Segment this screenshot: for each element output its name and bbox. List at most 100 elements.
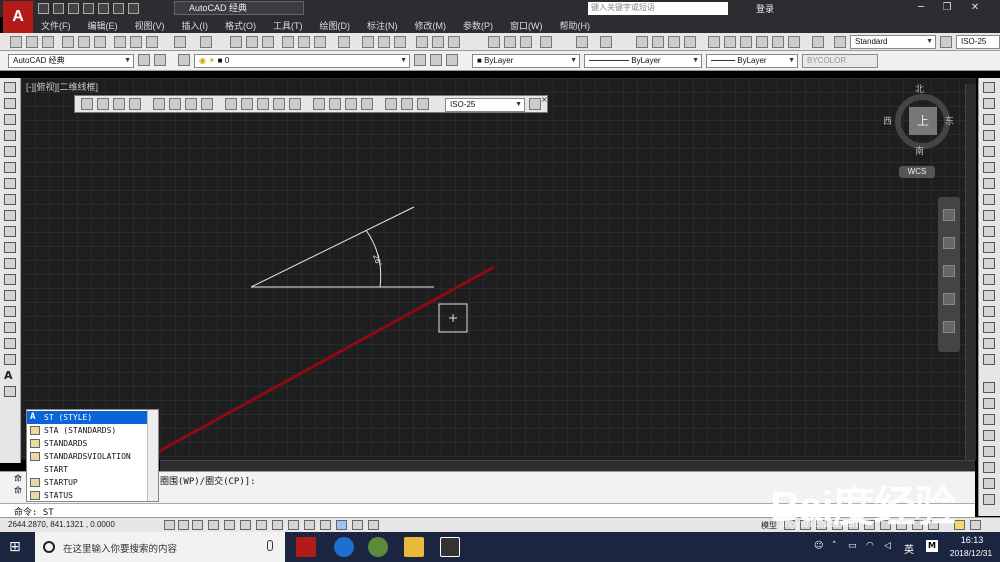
redo-icon[interactable] (600, 36, 612, 48)
linear-dim-icon[interactable] (81, 98, 93, 110)
multiline-text-icon[interactable]: A (4, 370, 16, 381)
quick-view-drawings-icon[interactable] (800, 520, 811, 530)
draw-order-icon[interactable] (983, 382, 995, 393)
cut-icon[interactable] (114, 36, 126, 48)
print-icon[interactable] (98, 3, 109, 14)
menu-file[interactable]: 文件(F) (33, 19, 80, 32)
quick-view-layouts-icon[interactable] (784, 520, 795, 530)
zoom-icon[interactable] (943, 265, 955, 277)
wcs-menu[interactable]: WCS (899, 166, 935, 178)
copy-icon[interactable] (130, 36, 142, 48)
array-icon[interactable] (983, 146, 995, 157)
properties-icon[interactable] (983, 398, 995, 409)
paste-icon[interactable] (146, 36, 158, 48)
close-icon[interactable]: × (541, 95, 548, 104)
erase-icon[interactable] (983, 82, 995, 93)
add-selected-icon[interactable] (4, 386, 16, 397)
new-icon[interactable] (362, 36, 374, 48)
inspection-icon[interactable] (345, 98, 357, 110)
help-icon[interactable] (338, 36, 350, 48)
layer-states-icon[interactable] (446, 54, 458, 66)
baseline-dim-icon[interactable] (241, 98, 253, 110)
quick-dim-icon[interactable] (225, 98, 237, 110)
make-block-icon[interactable] (4, 274, 16, 285)
arc-icon[interactable] (4, 162, 16, 173)
isolate-objects-icon[interactable] (912, 520, 923, 530)
polar-icon[interactable] (224, 520, 235, 530)
model-tab[interactable]: 模型 (761, 520, 777, 531)
text-style-select[interactable]: Standard ▼ (850, 35, 936, 49)
layer-previous-icon[interactable] (430, 54, 442, 66)
autocomplete-scrollbar[interactable] (147, 410, 158, 501)
hatch-icon[interactable] (4, 306, 16, 317)
color-select[interactable]: ■ ByLayer ▼ (472, 54, 580, 68)
copy-icon[interactable] (504, 36, 516, 48)
menu-edit[interactable]: 编辑(E) (80, 19, 127, 32)
table-icon[interactable] (4, 354, 16, 365)
menu-draw[interactable]: 绘图(D) (312, 19, 360, 32)
zoom-window-icon[interactable] (668, 36, 680, 48)
menu-dimension[interactable]: 标注(N) (359, 19, 407, 32)
autocomplete-item[interactable]: STARTUP (27, 476, 147, 489)
copy-icon[interactable] (983, 98, 995, 109)
horizontal-scrollbar[interactable] (160, 460, 975, 471)
workspace-settings-icon[interactable] (154, 54, 166, 66)
dim-text-edit-icon[interactable] (401, 98, 413, 110)
viewcube-top-face[interactable]: 上 (909, 107, 937, 135)
dim-edit-icon[interactable] (385, 98, 397, 110)
layer-walk-icon[interactable] (983, 430, 995, 441)
gradient-icon[interactable] (4, 322, 16, 333)
jogged-dim-icon[interactable] (169, 98, 181, 110)
fillet-icon[interactable] (983, 322, 995, 333)
showmotion-icon[interactable] (943, 321, 955, 333)
restore-button[interactable]: ❐ (936, 1, 958, 15)
pan-icon[interactable] (636, 36, 648, 48)
clean-screen-icon[interactable] (928, 520, 939, 530)
otrack-icon[interactable] (272, 520, 283, 530)
dim-style-manager-icon[interactable] (529, 98, 541, 110)
mirror-icon[interactable] (983, 114, 995, 125)
chamfer-icon[interactable] (983, 306, 995, 317)
video-editor-icon[interactable] (440, 537, 460, 557)
pan-icon[interactable] (230, 36, 242, 48)
menu-window[interactable]: 窗口(W) (502, 19, 552, 32)
autocomplete-item[interactable]: STA (STANDARDS) (27, 424, 147, 437)
orbit-icon[interactable] (943, 293, 955, 305)
command-line[interactable]: 命令: ST (0, 503, 975, 518)
menu-modify[interactable]: 修改(M) (407, 19, 456, 32)
zoom-realtime-icon[interactable] (652, 36, 664, 48)
drawing-canvas[interactable] (21, 78, 976, 460)
clock-date[interactable]: 2018/12/31 (945, 548, 997, 558)
auto-scale-icon[interactable] (848, 520, 859, 530)
lock-icon[interactable] (983, 478, 995, 489)
viewcube[interactable]: 北 上 西 东 南 (883, 82, 960, 162)
polygon-icon[interactable] (4, 130, 16, 141)
redo-icon[interactable] (200, 36, 212, 48)
print-icon[interactable] (416, 36, 428, 48)
lineweight-select[interactable]: ByLayer ▼ (706, 54, 798, 68)
layer-manager-icon[interactable] (178, 54, 190, 66)
quick-properties-icon[interactable] (352, 520, 363, 530)
radius-dim-icon[interactable] (153, 98, 165, 110)
open-icon[interactable] (378, 36, 390, 48)
save-icon[interactable] (42, 36, 54, 48)
insert-block-icon[interactable] (4, 258, 16, 269)
new-icon[interactable] (10, 36, 22, 48)
infer-constraints-icon[interactable] (164, 520, 175, 530)
pan-icon[interactable] (943, 237, 955, 249)
ortho-icon[interactable] (208, 520, 219, 530)
undo-icon[interactable] (576, 36, 588, 48)
wifi-icon[interactable]: ◠ (866, 541, 874, 551)
grid-icon[interactable] (192, 520, 203, 530)
design-center-icon[interactable] (724, 36, 736, 48)
open-icon[interactable] (53, 3, 64, 14)
diameter-dim-icon[interactable] (185, 98, 197, 110)
zoom-window-icon[interactable] (262, 36, 274, 48)
hardware-acceleration-icon[interactable] (896, 520, 907, 530)
autocomplete-item[interactable]: STANDARDSVIOLATION (27, 450, 147, 463)
center-mark-icon[interactable] (329, 98, 341, 110)
compass-east[interactable]: 东 (945, 114, 954, 127)
preview-icon[interactable] (78, 36, 90, 48)
menu-view[interactable]: 视图(V) (127, 19, 174, 32)
menu-tools[interactable]: 工具(T) (265, 19, 312, 32)
